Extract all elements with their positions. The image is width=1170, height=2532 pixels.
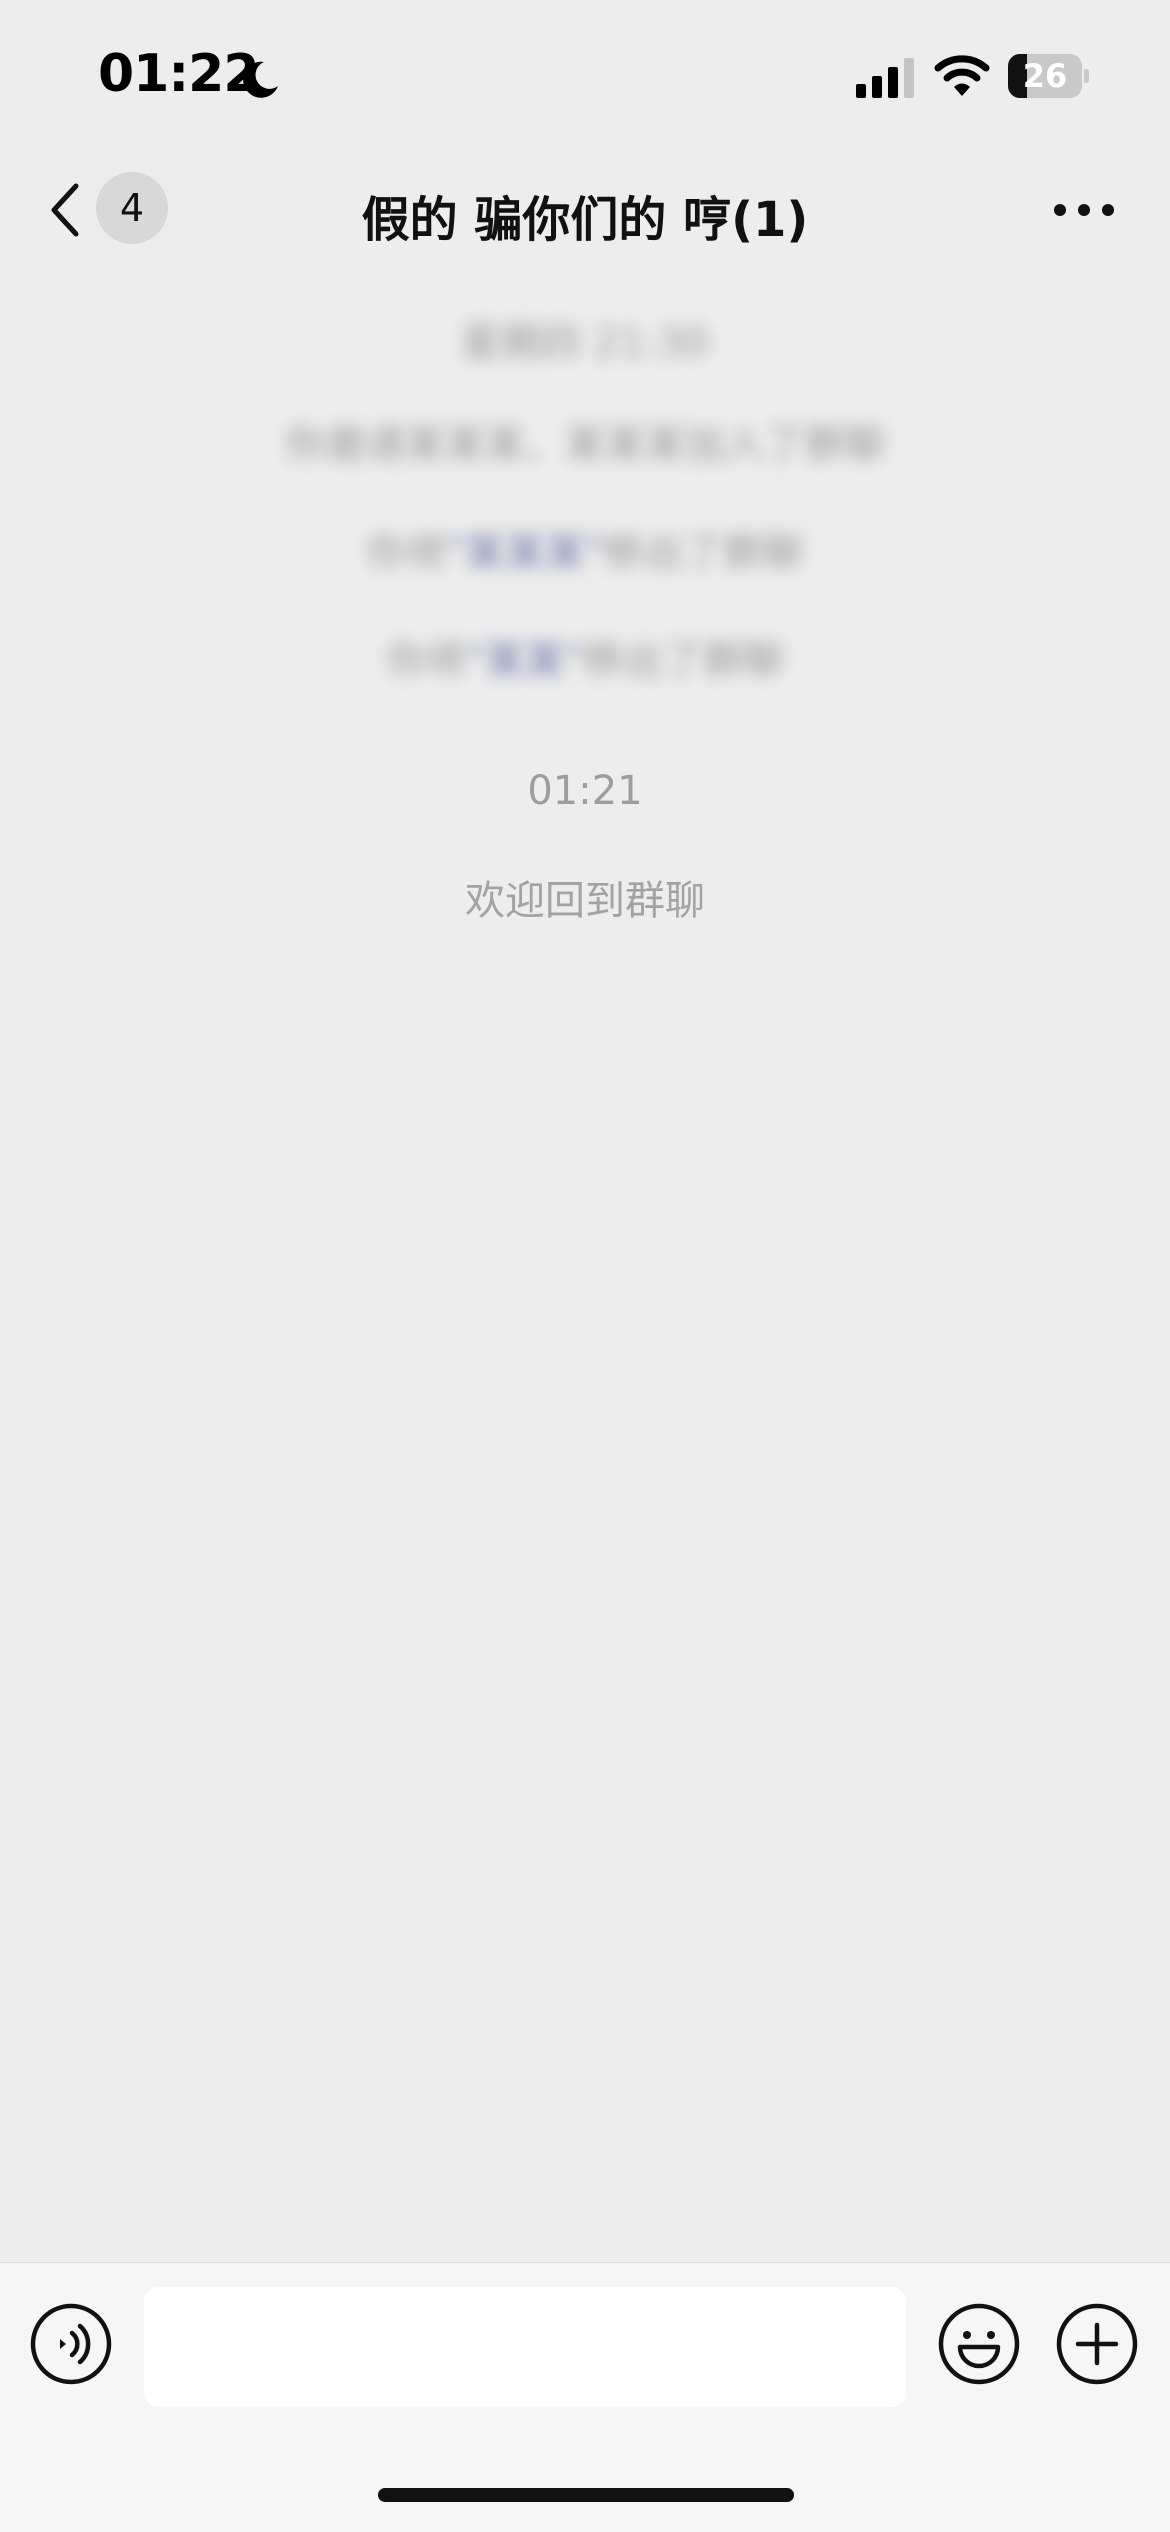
moon-icon [243, 61, 278, 98]
more-dot [1078, 204, 1090, 216]
blurred-timestamp: 星期四 21:30 [461, 320, 709, 366]
blurred-text: 你邀请 [285, 422, 405, 468]
blurred-system-message: 你邀请某某某、某某某加入了群聊 [0, 412, 1170, 470]
blurred-system-message: 你将"某某"移出了群聊 [0, 628, 1170, 686]
battery-percent: 26 [1022, 57, 1068, 95]
plus-icon[interactable] [1056, 2303, 1138, 2385]
more-button[interactable] [1050, 192, 1118, 228]
chat-screen: 01:22 26 4 假的 骗你们的 哼(1) 星期四 21:30 你邀请某某某… [0, 0, 1170, 2532]
wifi-icon [934, 55, 990, 96]
nav-bar: 4 假的 骗你们的 哼(1) [0, 150, 1170, 270]
message-timestamp: 01:21 [527, 768, 643, 814]
blurred-system-message: 你将"某某某"移出了群聊 [0, 520, 1170, 578]
message-input[interactable] [144, 2287, 906, 2407]
welcome-system-message: 欢迎回到群聊 [465, 878, 705, 924]
unread-count-badge: 4 [96, 172, 168, 244]
chevron-left-icon [51, 183, 79, 237]
blurred-text: 某某某、某某某加入了群聊 [405, 422, 885, 468]
blurred-text: 你将 [386, 638, 467, 684]
voice-icon[interactable] [30, 2303, 112, 2385]
message-list[interactable]: 星期四 21:30 你邀请某某某、某某某加入了群聊 你将"某某某"移出了群聊 你… [0, 270, 1170, 2260]
blurred-link: "某某" [466, 638, 584, 684]
blurred-link: "某某某" [446, 530, 604, 576]
more-dots-icon [1054, 204, 1066, 216]
more-dot [1102, 204, 1114, 216]
blurred-text: 你将 [366, 530, 447, 576]
chat-title: 假的 骗你们的 哼(1) [361, 192, 809, 248]
home-indicator[interactable] [378, 2488, 794, 2502]
blurred-text: 移出了群聊 [603, 530, 804, 576]
cellular-signal-icon [856, 58, 914, 98]
status-bar: 01:22 26 [0, 0, 1170, 150]
emoji-icon[interactable] [938, 2303, 1020, 2385]
back-button[interactable]: 4 [38, 170, 178, 250]
battery-indicator: 26 [1008, 54, 1089, 98]
blurred-text: 移出了群聊 [583, 638, 784, 684]
status-time: 01:22 [98, 44, 260, 104]
